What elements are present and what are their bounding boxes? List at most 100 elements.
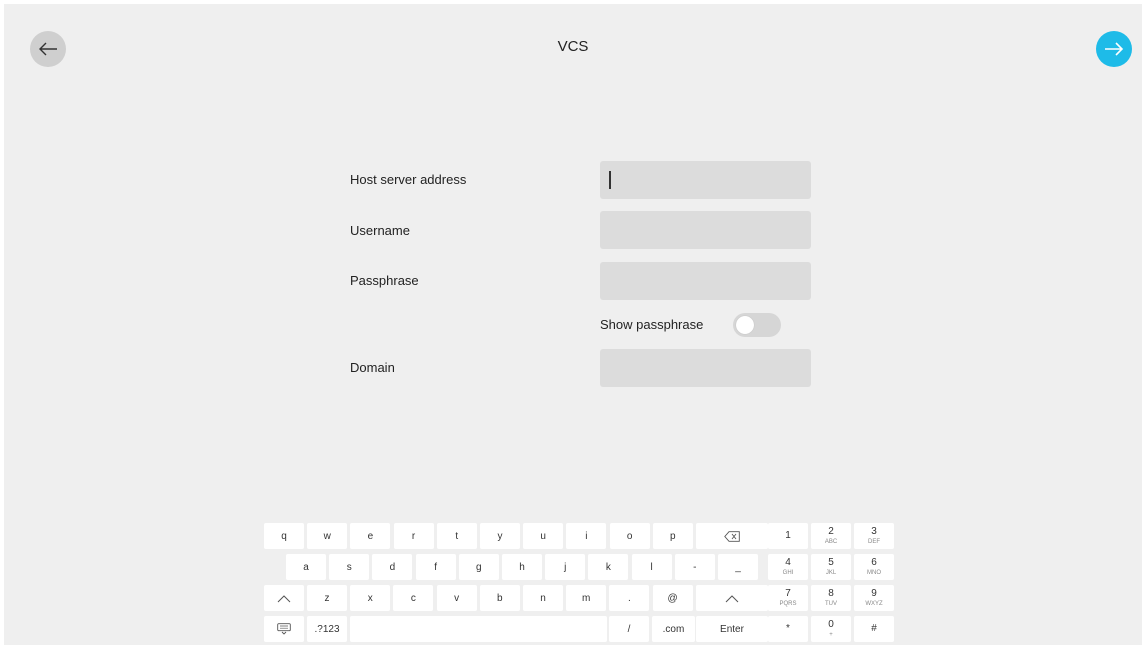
backspace-key[interactable] [696,523,768,549]
dotcom-key[interactable]: .com [652,616,695,642]
numpad-key-4[interactable]: 4 GHI [768,554,808,580]
key-q[interactable]: q [264,523,304,549]
numpad-key-star[interactable]: * [768,616,808,642]
key-y[interactable]: y [480,523,520,549]
slash-label: / [627,623,631,635]
key-n[interactable]: n [523,585,563,611]
show-passphrase-toggle[interactable] [733,313,781,337]
key-j-label: j [564,561,567,573]
key-hyphen-label: - [693,561,697,573]
numpad-letters: GHI [782,570,794,576]
key-w[interactable]: w [307,523,348,549]
numpad-key-7[interactable]: 7 PQRS [768,585,808,611]
symbols-label: .?123 [314,623,340,635]
numpad-key-0[interactable]: 0 + [811,616,851,642]
key-k-label: k [605,561,611,573]
vcs-setup-screen: VCS Host server address Username Passphr… [4,4,1142,645]
key-m[interactable]: m [566,585,607,611]
username-field[interactable] [600,211,811,249]
numpad-key-2[interactable]: 2 ABC [811,523,851,549]
key-z-label: z [324,592,330,604]
key-k[interactable]: k [588,554,629,580]
numpad-key-6[interactable]: 6 MNO [854,554,894,580]
numpad-key-8[interactable]: 8 TUV [811,585,851,611]
numpad-digit: 5 [828,557,834,568]
numpad-digit: 1 [785,530,791,541]
key-t[interactable]: t [436,523,477,549]
key-underscore-label: _ [735,561,741,573]
key-a[interactable]: a [286,554,326,580]
key-u[interactable]: u [523,523,564,549]
key-o[interactable]: o [609,523,650,549]
key-b[interactable]: b [479,585,520,611]
key-period-label: . [628,592,631,604]
key-r[interactable]: r [393,523,434,549]
arrow-right-icon [1105,42,1124,56]
key-l[interactable]: l [631,554,672,580]
numpad-digit: 7 [785,588,791,599]
key-f-label: f [434,561,437,573]
domain-label: Domain [350,360,395,375]
key-c[interactable]: c [393,585,434,611]
numpad-key-3[interactable]: 3 DEF [854,523,894,549]
numpad-digit: 6 [871,557,877,568]
slash-key[interactable]: / [609,616,649,642]
key-f[interactable]: f [415,554,456,580]
numpad-key-9[interactable]: 9 WXYZ [854,585,894,611]
key-m-label: m [582,592,591,604]
numpad-letters: MNO [867,570,881,576]
username-label: Username [350,223,410,238]
text-cursor [609,171,611,189]
key-r-label: r [411,530,416,542]
key-h-label: h [519,561,525,573]
key-h[interactable]: h [502,554,542,580]
key-j[interactable]: j [545,554,586,580]
host-server-address-field[interactable] [600,161,811,199]
key-g-label: g [476,561,482,573]
key-e[interactable]: e [350,523,391,549]
keyboard-hide-icon [277,623,291,635]
key-q-label: q [281,530,287,542]
numpad-digit: 0 [828,619,834,630]
key-u-label: u [540,530,546,542]
key-at-label: @ [667,592,678,604]
show-passphrase-label: Show passphrase [600,317,704,332]
key-x-label: x [367,592,373,604]
numpad-key-1[interactable]: 1 [768,523,808,549]
numpad-letters: DEF [868,539,880,545]
numpad-letters: JKL [825,570,837,576]
numpad-key-hash[interactable]: # [854,616,894,642]
key-period[interactable]: . [609,585,650,611]
passphrase-field[interactable] [600,262,811,300]
next-button[interactable] [1096,31,1132,67]
key-v[interactable]: v [436,585,477,611]
numpad-key-5[interactable]: 5 JKL [811,554,851,580]
numpad-letters: WXYZ [865,601,883,607]
key-o-label: o [626,530,633,542]
key-i[interactable]: i [566,523,607,549]
key-hyphen[interactable]: - [674,554,715,580]
numpad-digit: 9 [871,588,877,599]
space-key[interactable] [350,616,607,642]
key-p[interactable]: p [652,523,693,549]
domain-field[interactable] [600,349,811,387]
key-a-label: a [303,561,309,573]
key-at[interactable]: @ [652,585,693,611]
enter-label: Enter [720,623,744,635]
shift-left-key[interactable] [264,585,304,611]
key-g[interactable]: g [458,554,499,580]
numpad-letters: TUV [825,601,837,607]
symbols-key[interactable]: .?123 [307,616,347,642]
key-p-label: p [670,530,676,542]
key-c-label: c [410,592,416,604]
key-t-label: t [455,530,459,542]
shift-right-key[interactable] [696,585,768,611]
key-x[interactable]: x [350,585,391,611]
hide-keyboard-key[interactable] [264,616,304,642]
key-s-label: s [346,561,352,573]
key-d[interactable]: d [372,554,413,580]
enter-key[interactable]: Enter [696,616,768,642]
key-z[interactable]: z [307,585,347,611]
key-s[interactable]: s [329,554,370,580]
key-underscore[interactable]: _ [718,554,758,580]
